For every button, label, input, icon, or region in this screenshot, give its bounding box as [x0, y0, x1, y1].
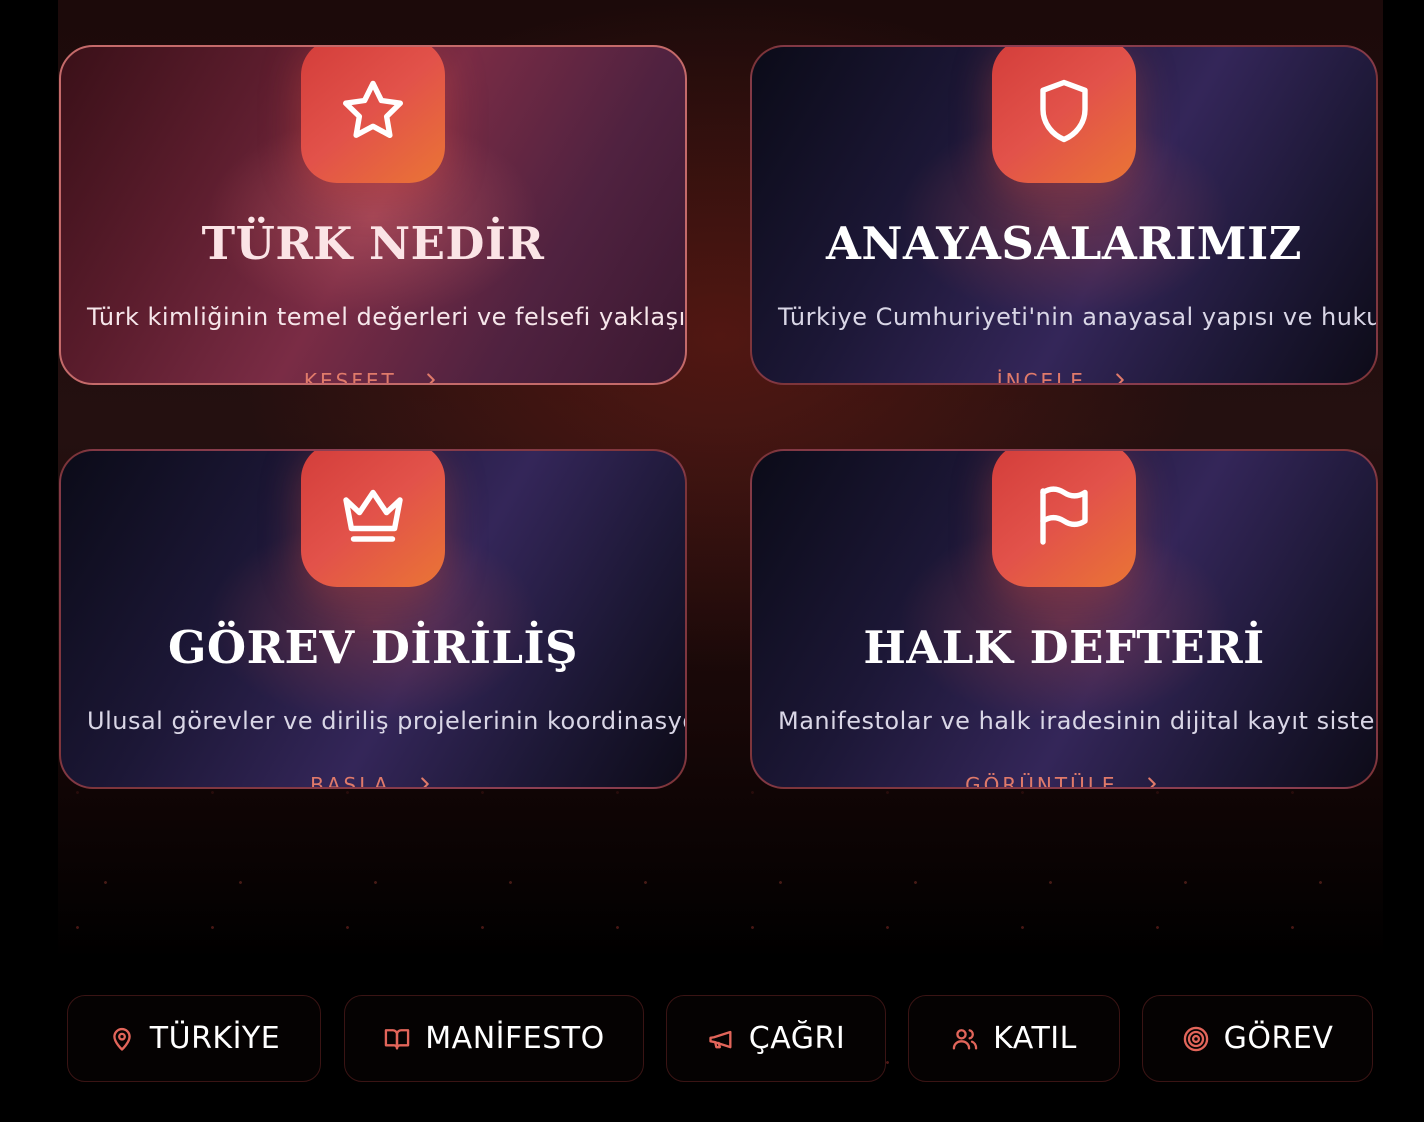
card-link-label: KEŞFET	[303, 369, 397, 385]
nav-button-manifesto[interactable]: MANİFESTO	[344, 995, 644, 1082]
card-icon-tile	[301, 451, 445, 587]
card-title: TÜRK NEDİR	[201, 217, 545, 270]
card-icon-tile	[992, 451, 1136, 587]
card-link-label: İNCELE	[996, 369, 1086, 385]
nav-label: ÇAĞRI	[748, 1021, 846, 1056]
card-title: GÖREV DİRİLİŞ	[167, 621, 579, 674]
chevron-right-icon	[427, 372, 435, 383]
nav-button-gorev[interactable]: GÖREV	[1142, 995, 1373, 1082]
map-pin-icon	[113, 1027, 131, 1051]
nav-button-turkiye[interactable]: TÜRKİYE	[67, 995, 321, 1082]
chevron-right-icon	[421, 776, 429, 787]
users-icon	[952, 1028, 978, 1049]
card-icon-tile	[992, 47, 1136, 183]
target-icon	[1183, 1026, 1208, 1051]
card-title: HALK DEFTERİ	[863, 621, 1265, 674]
card-title: ANAYASALARIMIZ	[825, 217, 1302, 270]
nav-label: KATIL	[993, 1021, 1077, 1056]
nav-label: MANİFESTO	[425, 1021, 605, 1056]
nav-button-katil[interactable]: KATIL	[908, 995, 1120, 1082]
crown-icon	[343, 489, 403, 542]
card-link-basla[interactable]: BAŞLA	[61, 773, 685, 789]
card-link-incele[interactable]: İNCELE	[752, 369, 1376, 385]
nav-label: GÖREV	[1223, 1021, 1334, 1056]
nav-button-cagri[interactable]: ÇAĞRI	[666, 995, 886, 1082]
card-turk-nedir[interactable]: TÜRK NEDİR Türk kimliğinin temel değerle…	[59, 45, 687, 385]
star-icon	[343, 80, 403, 139]
card-description: Ulusal görevler ve diriliş projelerinin …	[87, 707, 687, 735]
card-gorev-dirilis[interactable]: GÖREV DİRİLİŞ Ulusal görevler ve diriliş…	[59, 449, 687, 789]
book-open-icon	[385, 1028, 410, 1049]
card-link-goruntule[interactable]: GÖRÜNTÜLE	[752, 773, 1376, 789]
card-icon-tile	[301, 47, 445, 183]
card-link-label: GÖRÜNTÜLE	[965, 773, 1118, 789]
flag-icon	[1040, 486, 1088, 545]
card-description: Türkiye Cumhuriyeti'nin anayasal yapısı …	[778, 303, 1378, 331]
card-halk-defteri[interactable]: HALK DEFTERİ Manifestolar ve halk irades…	[750, 449, 1378, 789]
card-link-label: BAŞLA	[310, 773, 391, 789]
card-anayasalarimiz[interactable]: ANAYASALARIMIZ Türkiye Cumhuriyeti'nin a…	[750, 45, 1378, 385]
shield-icon	[1040, 79, 1088, 143]
megaphone-icon	[709, 1030, 732, 1048]
card-description: Türk kimliğinin temel değerleri ve felse…	[87, 303, 687, 331]
card-description: Manifestolar ve halk iradesinin dijital …	[778, 707, 1378, 735]
chevron-right-icon	[1148, 776, 1156, 787]
nav-label: TÜRKİYE	[149, 1021, 281, 1056]
card-link-kesfet[interactable]: KEŞFET	[61, 369, 685, 385]
chevron-right-icon	[1116, 372, 1125, 383]
